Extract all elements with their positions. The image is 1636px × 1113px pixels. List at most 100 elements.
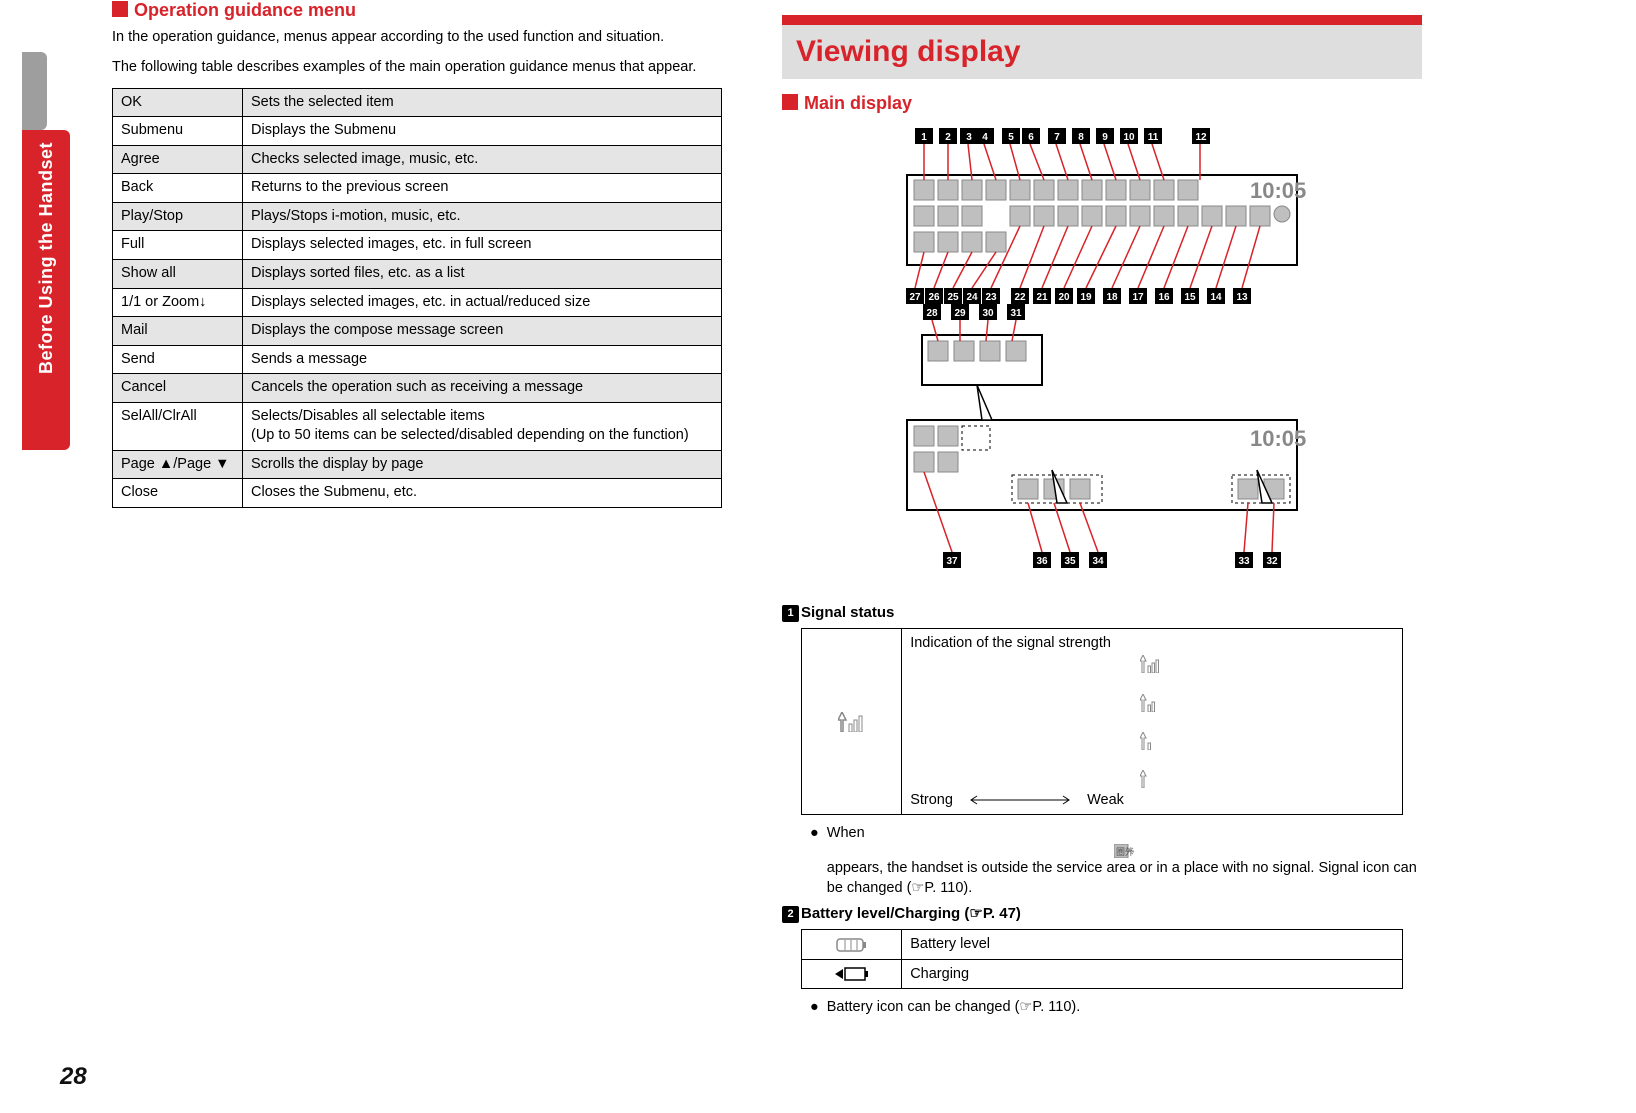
- table-row: CloseCloses the Submenu, etc.: [113, 479, 722, 508]
- svg-text:33: 33: [1238, 556, 1250, 567]
- left-column: Operation guidance menu In the operation…: [112, 0, 722, 1023]
- svg-text:25: 25: [947, 292, 959, 303]
- svg-text:4: 4: [982, 132, 988, 143]
- table-row: CancelCancels the operation such as rece…: [113, 374, 722, 403]
- signal-status-label: Signal status: [801, 604, 894, 621]
- svg-text:3: 3: [966, 132, 972, 143]
- operation-guidance-heading-text: Operation guidance menu: [134, 0, 356, 20]
- signal-1-icon: [1140, 770, 1164, 788]
- svg-text:22: 22: [1014, 292, 1026, 303]
- svg-text:1: 1: [921, 132, 927, 143]
- svg-text:36: 36: [1036, 556, 1048, 567]
- table-row: Show allDisplays sorted files, etc. as a…: [113, 259, 722, 288]
- main-display-diagram: 10:05 10:05: [782, 120, 1422, 590]
- svg-text:37: 37: [946, 556, 958, 567]
- heading-red-bar: [782, 15, 1422, 25]
- battery-charging-text: Charging: [902, 959, 1403, 988]
- signal-note-text: When 圏外 appears, the handset is outside …: [827, 823, 1422, 898]
- signal-icon-cell: [802, 629, 902, 815]
- signal-2-icon: [1140, 732, 1164, 750]
- svg-text:26: 26: [928, 292, 940, 303]
- table-row: SendSends a message: [113, 345, 722, 374]
- main-display-heading-text: Main display: [804, 93, 912, 113]
- battery-table: Battery level Charging: [801, 929, 1403, 989]
- table-row: FullDisplays selected images, etc. in fu…: [113, 231, 722, 260]
- svg-text:7: 7: [1054, 132, 1060, 143]
- red-square-marker: [112, 1, 128, 17]
- table-row: SelAll/ClrAllSelects/Disables all select…: [113, 402, 722, 450]
- svg-text:10:05: 10:05: [1250, 426, 1306, 451]
- svg-text:5: 5: [1008, 132, 1014, 143]
- side-tab-red: Before Using the Handset: [22, 130, 70, 450]
- signal-note-bullet: ● When 圏外 appears, the handset is outsid…: [810, 823, 1422, 898]
- svg-text:31: 31: [1010, 308, 1022, 319]
- intro-paragraph-1: In the operation guidance, menus appear …: [112, 27, 722, 47]
- callout-number-2: 2: [782, 906, 799, 923]
- operation-guidance-table: OKSets the selected item SubmenuDisplays…: [112, 88, 722, 508]
- table-row: SubmenuDisplays the Submenu: [113, 117, 722, 146]
- signal-status-title: 1Signal status: [782, 604, 1422, 622]
- table-row: Page ▲/Page ▼Scrolls the display by page: [113, 450, 722, 479]
- svg-text:29: 29: [954, 308, 966, 319]
- svg-text:23: 23: [985, 292, 997, 303]
- main-display-heading: Main display: [782, 93, 1422, 114]
- svg-text:30: 30: [982, 308, 994, 319]
- signal-desc-cell: Indication of the signal strength Strong: [902, 629, 1403, 815]
- svg-text:18: 18: [1106, 292, 1118, 303]
- svg-text:14: 14: [1210, 292, 1222, 303]
- right-column: Viewing display Main display 10:05: [782, 0, 1422, 1023]
- svg-text:28: 28: [926, 308, 938, 319]
- charging-icon: [833, 965, 871, 983]
- svg-text:10:05: 10:05: [1250, 178, 1306, 203]
- table-row: BackReturns to the previous screen: [113, 174, 722, 203]
- antenna-icon: [838, 712, 866, 732]
- svg-text:10: 10: [1123, 132, 1135, 143]
- table-row: AgreeChecks selected image, music, etc.: [113, 145, 722, 174]
- svg-text:20: 20: [1058, 292, 1070, 303]
- battery-level-text: Battery level: [902, 930, 1403, 959]
- side-tab-gray-stub: [22, 52, 47, 130]
- svg-text:11: 11: [1148, 132, 1159, 143]
- svg-text:24: 24: [966, 292, 978, 303]
- out-of-area-icon: 圏外: [1114, 844, 1134, 858]
- bullet-dot: ●: [810, 997, 819, 1017]
- red-square-marker: [782, 94, 798, 110]
- svg-text:34: 34: [1092, 556, 1104, 567]
- double-arrow-icon: [965, 795, 1075, 805]
- svg-text:19: 19: [1080, 292, 1092, 303]
- intro-paragraph-2: The following table describes examples o…: [112, 57, 722, 77]
- viewing-display-heading: Viewing display: [782, 25, 1422, 79]
- bullet-dot: ●: [810, 823, 819, 898]
- battery-label: Battery level/Charging (☞P. 47): [801, 905, 1021, 922]
- battery-level-icon-cell: [802, 930, 902, 959]
- operation-guidance-heading: Operation guidance menu: [112, 0, 722, 21]
- signal-status-table: Indication of the signal strength Strong: [801, 628, 1403, 815]
- battery-note-bullet: ● Battery icon can be changed (☞P. 110).: [810, 997, 1422, 1017]
- svg-text:32: 32: [1266, 556, 1278, 567]
- callout-number-1: 1: [782, 605, 799, 622]
- svg-text:21: 21: [1036, 292, 1048, 303]
- table-row: 1/1 or Zoom↓Displays selected images, et…: [113, 288, 722, 317]
- table-row: MailDisplays the compose message screen: [113, 317, 722, 346]
- svg-text:2: 2: [945, 132, 951, 143]
- svg-text:35: 35: [1064, 556, 1076, 567]
- battery-note-text: Battery icon can be changed (☞P. 110).: [827, 997, 1080, 1017]
- signal-4-icon: [1140, 655, 1164, 673]
- signal-weak-label: Weak: [1087, 792, 1124, 808]
- signal-desc-text: Indication of the signal strength: [910, 633, 1394, 653]
- svg-text:9: 9: [1102, 132, 1108, 143]
- svg-text:13: 13: [1236, 292, 1248, 303]
- svg-text:15: 15: [1184, 292, 1196, 303]
- svg-text:16: 16: [1158, 292, 1170, 303]
- table-row: OKSets the selected item: [113, 88, 722, 117]
- battery-title: 2Battery level/Charging (☞P. 47): [782, 904, 1422, 923]
- signal-3-icon: [1140, 694, 1164, 712]
- page-number: 28: [60, 1063, 87, 1091]
- svg-text:6: 6: [1028, 132, 1034, 143]
- side-tab-label: Before Using the Handset: [36, 142, 57, 374]
- battery-charging-icon-cell: [802, 959, 902, 988]
- svg-text:27: 27: [909, 292, 921, 303]
- table-row: Play/StopPlays/Stops i-motion, music, et…: [113, 202, 722, 231]
- svg-text:8: 8: [1078, 132, 1084, 143]
- battery-icon: [835, 936, 869, 954]
